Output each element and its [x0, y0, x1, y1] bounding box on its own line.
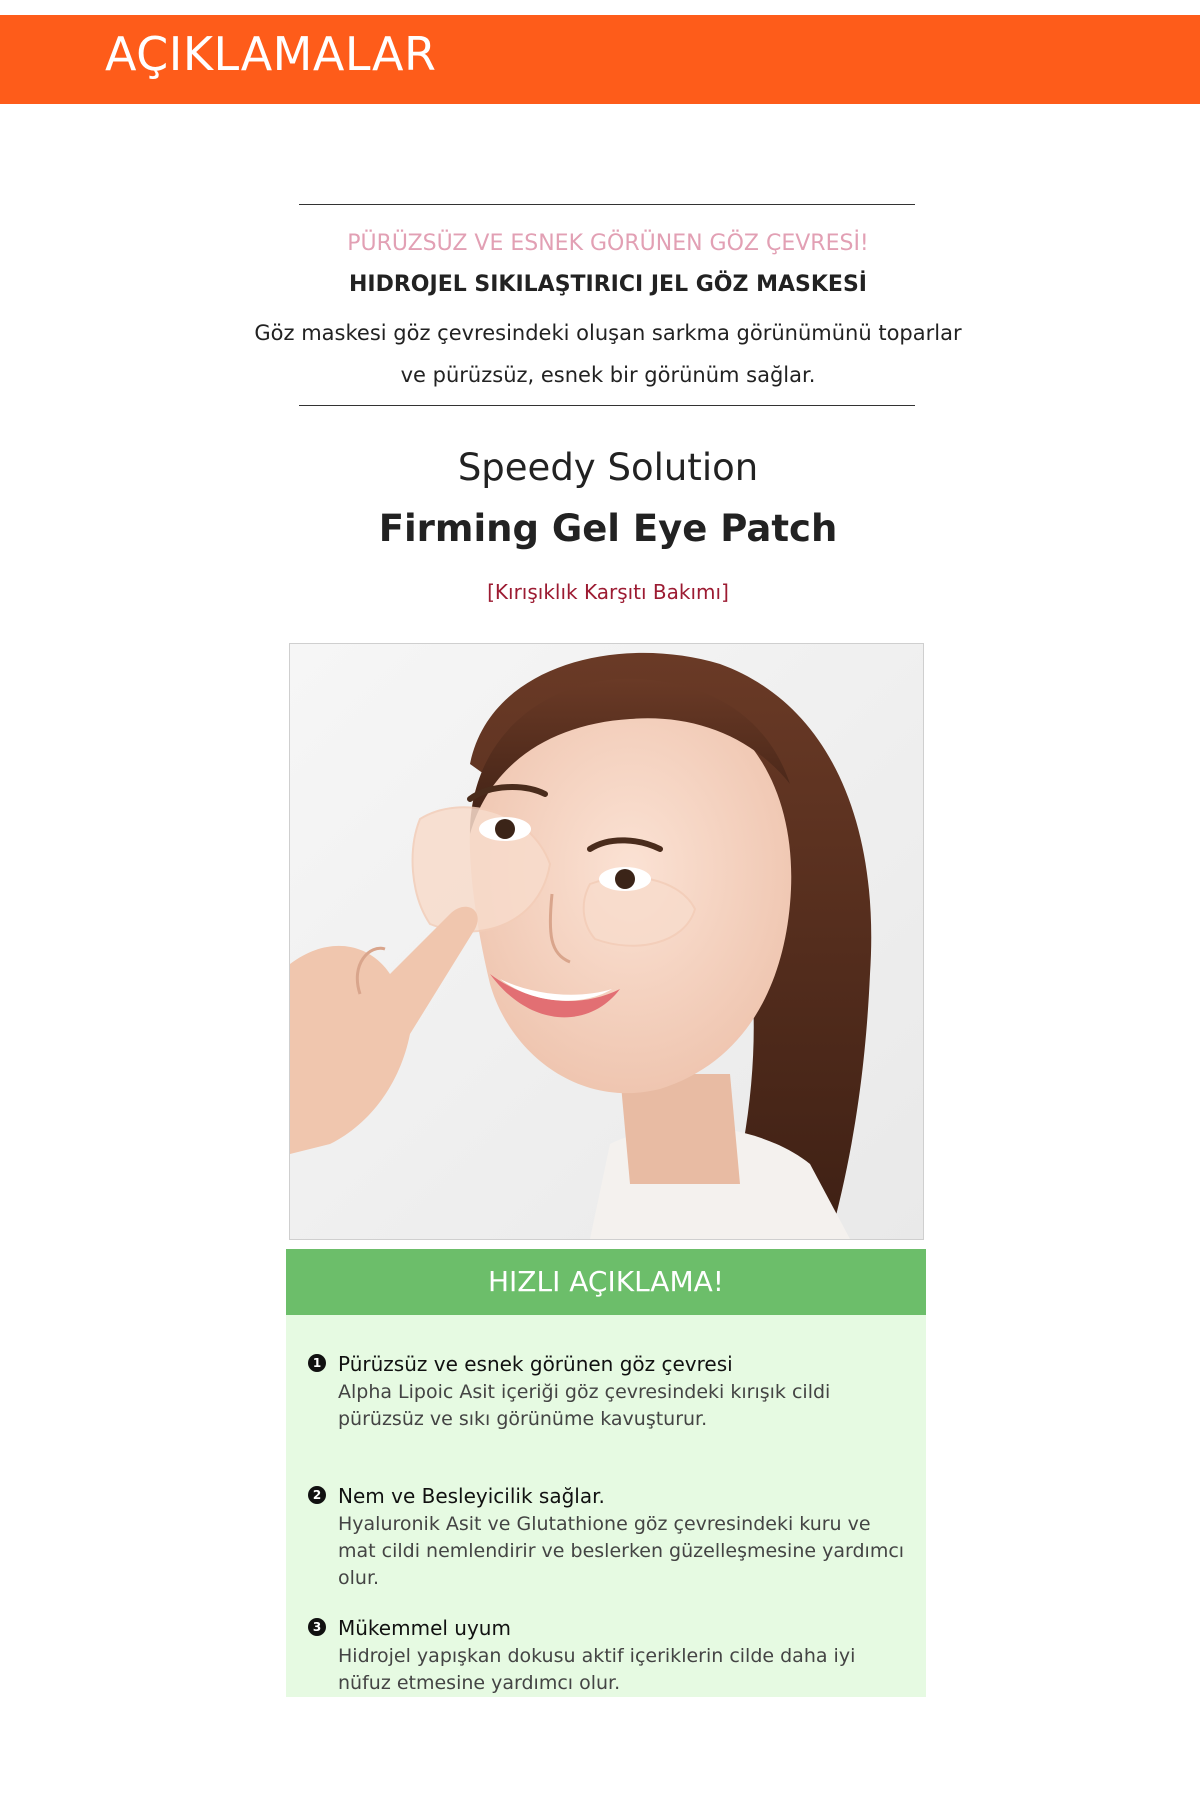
feature-title: Nem ve Besleyicilik sağlar. [338, 1484, 605, 1508]
feature-description-line: Alpha Lipoic Asit içeriği göz çevresinde… [338, 1381, 831, 1403]
product-photo [289, 643, 924, 1240]
feature-description-line: pürüzsüz ve sıkı görünüme kavuşturur. [338, 1408, 708, 1430]
feature-description-line: mat cildi nemlendirir ve beslerken güzel… [338, 1540, 905, 1589]
divider-top [299, 204, 915, 205]
divider-bottom [299, 405, 915, 406]
feature-description-line: Hyaluronik Asit ve Glutathione göz çevre… [338, 1513, 871, 1535]
feature-description-line: Hidrojel yapışkan dokusu aktif içerikler… [338, 1645, 856, 1667]
intro-body-line: Göz maskesi göz çevresindeki oluşan sark… [254, 321, 962, 345]
quick-summary-title: HIZLI AÇIKLAMA! [487, 1265, 725, 1298]
feature-number-badge: 2 [308, 1486, 326, 1504]
quick-summary-header: HIZLI AÇIKLAMA! [286, 1249, 926, 1315]
feature-number-badge: 1 [308, 1354, 326, 1372]
feature-description-line: nüfuz etmesine yardımcı olur. [338, 1672, 621, 1694]
feature-title: Pürüzsüz ve esnek görünen göz çevresi [338, 1352, 733, 1376]
intro-body: Göz maskesi göz çevresindeki oluşan sark… [240, 312, 976, 396]
feature-description: Hidrojel yapışkan dokusu aktif içerikler… [338, 1643, 918, 1697]
feature-title: Mükemmel uyum [338, 1616, 511, 1640]
page-title: AÇIKLAMALAR [105, 27, 437, 81]
feature-description: Alpha Lipoic Asit içeriği göz çevresinde… [338, 1379, 918, 1433]
intro-subheadline: HIDROJEL SIKILAŞTIRICI JEL GÖZ MASKESİ [349, 272, 867, 297]
intro-headline: PÜRÜZSÜZ VE ESNEK GÖRÜNEN GÖZ ÇEVRESİ! [347, 231, 869, 256]
intro-body-line: ve pürüzsüz, esnek bir görünüm sağlar. [400, 363, 816, 387]
quick-summary-panel: 1 Pürüzsüz ve esnek görünen göz çevresi … [286, 1315, 926, 1697]
header-bar: AÇIKLAMALAR [0, 15, 1200, 104]
product-name: Firming Gel Eye Patch [378, 507, 838, 550]
product-series: Speedy Solution [457, 446, 759, 489]
model-illustration [290, 644, 923, 1239]
iris-left [495, 819, 515, 839]
feature-description: Hyaluronik Asit ve Glutathione göz çevre… [338, 1511, 918, 1592]
product-tag: [Kırışıklık Karşıtı Bakımı] [487, 580, 729, 604]
feature-number-badge: 3 [308, 1618, 326, 1636]
iris-right [615, 869, 635, 889]
